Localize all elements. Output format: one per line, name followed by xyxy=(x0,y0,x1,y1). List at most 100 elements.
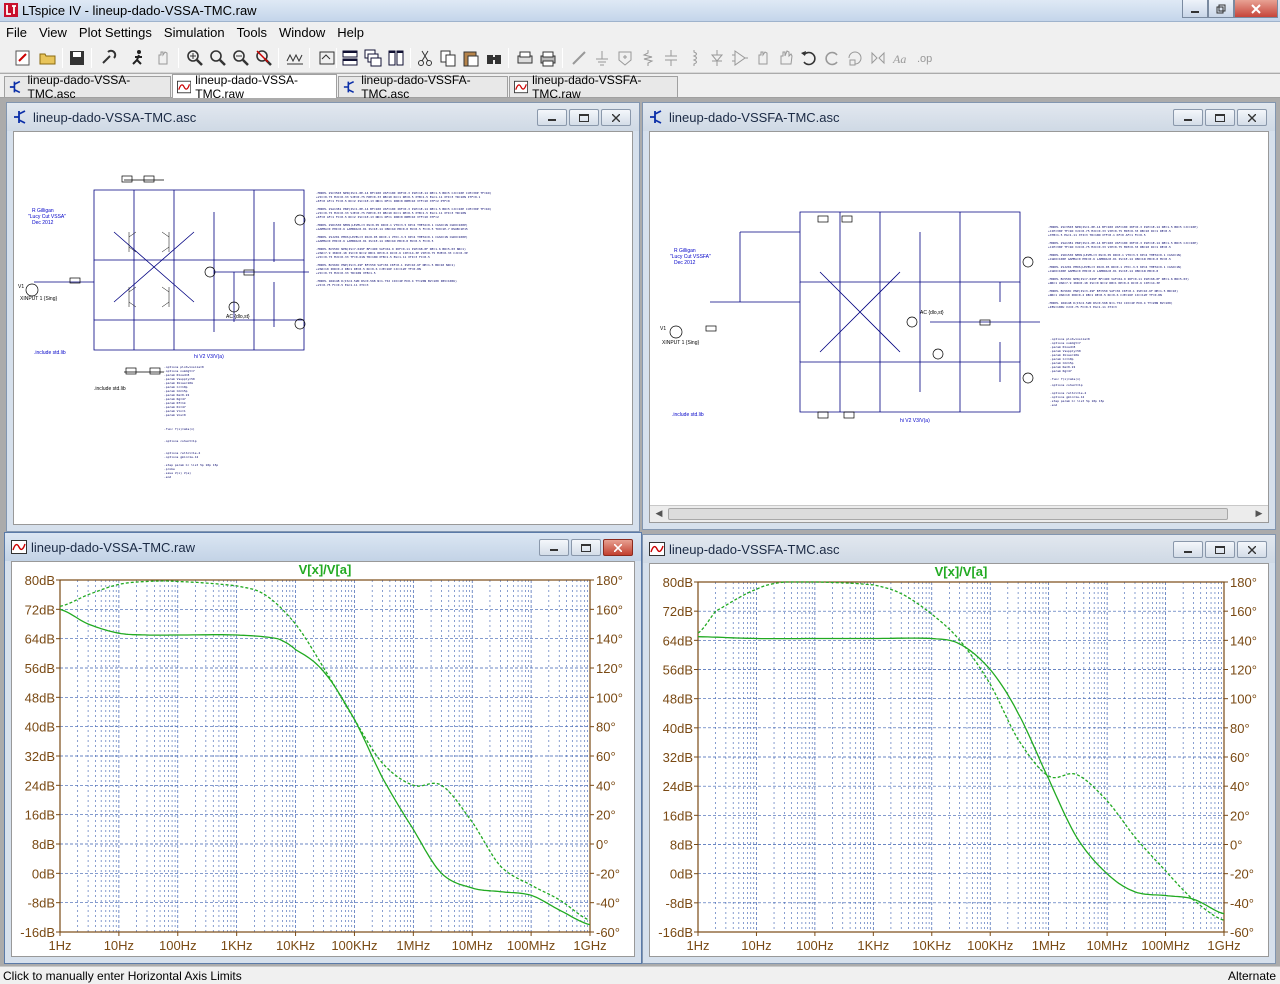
save-icon[interactable] xyxy=(66,47,88,69)
child-close-button[interactable] xyxy=(603,539,633,556)
schematic-canvas[interactable]: R Gilligan "Lucy Cut VSSA" Dec 2012 V1 X… xyxy=(13,131,633,525)
undo-icon[interactable] xyxy=(798,47,820,69)
close-icon xyxy=(1251,3,1261,14)
delete-trace-icon[interactable] xyxy=(316,47,338,69)
tab-vssa-raw[interactable]: lineup-dado-VSSA-TMC.raw xyxy=(172,73,337,101)
x-tick-label: 100Hz xyxy=(159,938,197,953)
bode-plot[interactable]: V[x]/V[a] 80dB 72dB 64dB 56dB 48dB 40dB 32dB 24d… xyxy=(12,562,635,957)
child-maximize-button[interactable] xyxy=(571,539,601,556)
y-right-tick-label: 20° xyxy=(596,808,616,823)
text-icon[interactable]: Aa xyxy=(890,47,912,69)
zoom-in-icon[interactable] xyxy=(184,47,206,69)
paste-icon[interactable] xyxy=(460,47,482,69)
child-close-button[interactable] xyxy=(601,109,631,126)
y-left-tick-label: 48dB xyxy=(663,692,693,707)
schematic-drawing: R Gilligan "Lucy Cut VSSFA" Dec 2012 V1 … xyxy=(660,211,1198,424)
diode-icon[interactable] xyxy=(706,47,728,69)
copy-icon[interactable] xyxy=(437,47,459,69)
window-title: LTspice IV - lineup-dado-VSSA-TMC.raw xyxy=(22,3,257,18)
drag-icon[interactable] xyxy=(775,47,797,69)
svg-text:+NR=1 VAR=7.9 IKR=0.18 ISC=0 N: +NR=1 VAR=7.9 IKR=0.18 ISC=0 NC=2 RB=1 R… xyxy=(1048,281,1160,285)
child-maximize-button[interactable] xyxy=(1205,109,1235,126)
bode-plot[interactable]: V[x]/V[a] 80dB 72dB 64dB 56dB 48dB 40dB 32dB 24d… xyxy=(650,564,1269,957)
print-setup-icon[interactable] xyxy=(514,47,536,69)
tab-vssfa-asc[interactable]: lineup-dado-VSSFA-TMC.asc xyxy=(338,73,508,101)
run-icon[interactable] xyxy=(127,47,149,69)
resistor-icon[interactable] xyxy=(637,47,659,69)
zoom-pan-icon[interactable] xyxy=(207,47,229,69)
plot-canvas[interactable]: V[x]/V[a] 80dB 72dB 64dB 56dB 48dB 40dB 32dB 24d… xyxy=(649,563,1269,957)
svg-text:+VJC=0.75 MJC=0.33 TF=0.61N TR: +VJC=0.75 MJC=0.33 TF=0.61N TR=10N XTB=1… xyxy=(316,255,430,259)
menu-bar: File View Plot Settings Simulation Tools… xyxy=(0,22,1280,43)
move-icon[interactable] xyxy=(752,47,774,69)
schematic-window-vssa[interactable]: lineup-dado-VSSA-TMC.asc R Gilligan "Luc… xyxy=(6,102,640,532)
spice-directive-icon[interactable]: .op xyxy=(913,47,935,69)
x-tick-label: 10Hz xyxy=(741,938,771,953)
svg-text:+NR=1 VAR=10 IKR=0.2 RB=1 RE=0: +NR=1 VAR=10 IKR=0.2 RB=1 RE=0.5 RC=0.6 … xyxy=(1048,293,1162,297)
restore-button[interactable] xyxy=(1208,0,1234,18)
wire-icon[interactable] xyxy=(568,47,590,69)
mirror-icon[interactable] xyxy=(867,47,889,69)
find-icon[interactable] xyxy=(483,47,505,69)
cut-icon[interactable] xyxy=(414,47,436,69)
plot-window-vssa[interactable]: lineup-dado-VSSA-TMC.raw V[x]/V[a] 80dB 72… xyxy=(4,532,642,964)
inductor-icon[interactable] xyxy=(683,47,705,69)
close-button[interactable] xyxy=(1234,0,1278,18)
minimize-button[interactable] xyxy=(1182,0,1208,18)
menu-simulation[interactable]: Simulation xyxy=(158,22,231,43)
child-close-button[interactable] xyxy=(1237,109,1267,126)
tab-vssfa-raw[interactable]: lineup-dado-VSSFA-TMC.raw xyxy=(509,73,678,101)
new-schematic-icon[interactable] xyxy=(12,47,34,69)
child-maximize-button[interactable] xyxy=(569,109,599,126)
tile-vertical-icon[interactable] xyxy=(385,47,407,69)
y-left-tick-label: -8dB xyxy=(666,896,693,911)
svg-text:V1: V1 xyxy=(18,284,24,290)
child-minimize-button[interactable] xyxy=(1173,109,1203,126)
menu-tools[interactable]: Tools xyxy=(231,22,273,43)
control-panel-icon[interactable] xyxy=(98,47,120,69)
menu-file[interactable]: File xyxy=(0,22,33,43)
ground-icon[interactable] xyxy=(591,47,613,69)
child-maximize-button[interactable] xyxy=(1205,541,1235,558)
capacitor-icon[interactable] xyxy=(660,47,682,69)
label-net-icon[interactable] xyxy=(614,47,636,69)
menu-view[interactable]: View xyxy=(33,22,73,43)
schematic-canvas[interactable]: R Gilligan "Lucy Cut VSSFA" Dec 2012 V1 … xyxy=(649,131,1269,523)
rotate-icon[interactable] xyxy=(844,47,866,69)
svg-text:XINPUT 1 {Sing}: XINPUT 1 {Sing} xyxy=(20,296,57,302)
schematic-window-vssfa[interactable]: lineup-dado-VSSFA-TMC.asc R Gilligan "Lu… xyxy=(642,102,1276,530)
child-minimize-button[interactable] xyxy=(539,539,569,556)
status-message: Click to manually enter Horizontal Axis … xyxy=(3,969,242,983)
zoom-fit-icon[interactable] xyxy=(253,47,275,69)
plot-window-vssfa[interactable]: lineup-dado-VSSFA-TMC.asc V[x]/V[a] 80dB 7… xyxy=(642,534,1276,964)
scroll-left-icon[interactable]: ◀ xyxy=(652,508,666,520)
child-minimize-button[interactable] xyxy=(1173,541,1203,558)
child-title-bar: lineup-dado-VSSA-TMC.asc xyxy=(7,103,639,131)
waveform-icon xyxy=(514,80,529,94)
child-minimize-button[interactable] xyxy=(537,109,567,126)
horizontal-scrollbar[interactable]: ◀ ▶ xyxy=(650,505,1268,522)
y-right-tick-label: 40° xyxy=(1230,779,1250,794)
menu-help[interactable]: Help xyxy=(331,22,370,43)
plot-canvas[interactable]: V[x]/V[a] 80dB 72dB 64dB 56dB 48dB 40dB 32dB 24d… xyxy=(11,561,635,957)
redo-icon[interactable] xyxy=(821,47,843,69)
status-bar: Click to manually enter Horizontal Axis … xyxy=(0,966,1280,984)
autorange-icon[interactable] xyxy=(284,47,306,69)
tile-horizontal-icon[interactable] xyxy=(339,47,361,69)
zoom-out-icon[interactable] xyxy=(230,47,252,69)
open-icon[interactable] xyxy=(37,47,59,69)
scrollbar-thumb[interactable] xyxy=(668,508,1228,520)
print-icon[interactable] xyxy=(537,47,559,69)
y-left-tick-label: 0dB xyxy=(32,866,55,881)
child-close-button[interactable] xyxy=(1237,541,1267,558)
cascade-icon[interactable] xyxy=(362,47,384,69)
tab-vssa-asc[interactable]: lineup-dado-VSSA-TMC.asc xyxy=(4,73,171,101)
scroll-right-icon[interactable]: ▶ xyxy=(1252,508,1266,520)
svg-text:.include std.lib: .include std.lib xyxy=(34,350,66,356)
halt-icon[interactable] xyxy=(152,47,174,69)
svg-text:.include std.lib: .include std.lib xyxy=(94,386,126,392)
menu-window[interactable]: Window xyxy=(273,22,331,43)
component-icon[interactable] xyxy=(729,47,751,69)
menu-plot-settings[interactable]: Plot Settings xyxy=(73,22,158,43)
svg-text:AC {dlo,st}: AC {dlo,st} xyxy=(226,314,250,320)
